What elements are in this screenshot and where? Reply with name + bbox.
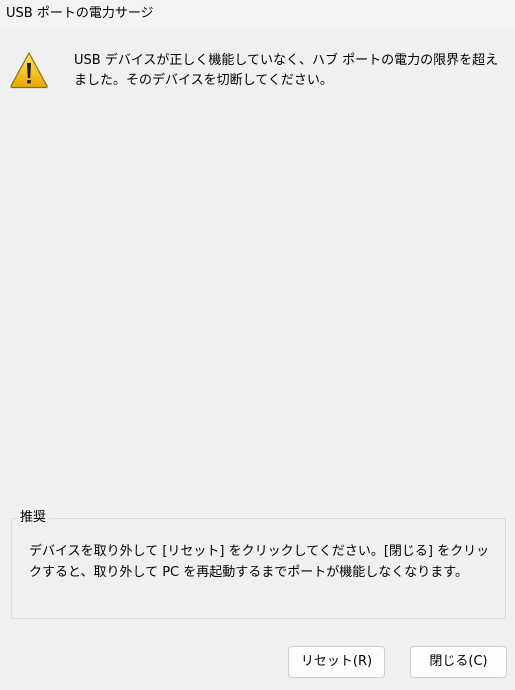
error-message: USB デバイスが正しく機能していなく、ハブ ポートの電力の限界を超えました。そ… bbox=[74, 53, 499, 88]
close-button[interactable]: 閉じる(C) bbox=[410, 646, 507, 678]
recommendation-text: デバイスを取り外して [リセット] をクリックしてください。[閉じる] をクリッ… bbox=[29, 544, 490, 580]
recommendation-title: 推奨 bbox=[17, 509, 50, 527]
usb-power-surge-dialog: USB ポートの電力サージ USB デバイスが正しく機能していなく、ハブ ポート… bbox=[0, 0, 515, 690]
warning-icon bbox=[9, 51, 49, 89]
window-title: USB ポートの電力サージ bbox=[6, 6, 154, 21]
reset-button[interactable]: リセット(R) bbox=[288, 646, 385, 678]
title-bar: USB ポートの電力サージ bbox=[0, 0, 515, 28]
